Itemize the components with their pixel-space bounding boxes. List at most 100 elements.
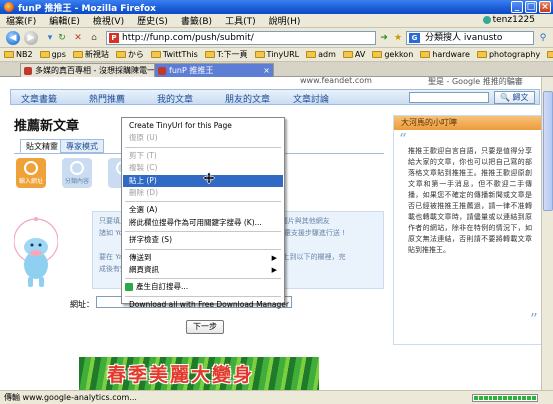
- dropdown-arrow-icon[interactable]: ▾: [44, 32, 56, 44]
- bookmark-item[interactable]: hardware: [420, 50, 470, 59]
- bookmark-item[interactable]: adm: [306, 50, 336, 59]
- user-account[interactable]: tenz1225: [482, 15, 535, 25]
- tab-active[interactable]: funP 推推王 ×: [154, 63, 274, 77]
- tab-expert-mode[interactable]: 專家模式: [60, 139, 104, 153]
- menu-bar: 檔案(F) 編輯(E) 檢視(V) 歷史(S) 書籤(B) 工具(T) 說明(H…: [0, 14, 553, 28]
- menu-file[interactable]: 檔案(F): [6, 14, 36, 27]
- user-avatar: [482, 15, 491, 24]
- reload-icon[interactable]: ↻: [56, 32, 68, 44]
- navigation-toolbar: ◀ ▶ ▾ ↻ ✕ ⌂ P http://funp.com/push/submi…: [0, 28, 553, 48]
- site-strip-left: www.feandet.com: [300, 77, 372, 85]
- context-menu-item[interactable]: 剪下 (T): [123, 150, 283, 162]
- context-menu-item[interactable]: 刪除 (D): [123, 187, 283, 199]
- bookmark-item[interactable]: TwittThis: [150, 50, 198, 59]
- menu-help[interactable]: 說明(H): [269, 14, 301, 27]
- bookmark-item[interactable]: NB2: [4, 50, 33, 59]
- context-menu-item[interactable]: Create TinyUrl for this Page: [123, 120, 283, 132]
- firefox-icon: [4, 2, 14, 12]
- ad-banner[interactable]: 春季美麗大變身: [79, 357, 319, 390]
- progress-block: [522, 396, 527, 400]
- bookmark-item[interactable]: 新視站: [72, 49, 109, 60]
- vertical-scrollbar[interactable]: [541, 77, 553, 390]
- bookmark-item[interactable]: photography: [476, 50, 540, 59]
- window-titlebar[interactable]: funP 推推王 - Mozilla Firefox _ □ ×: [0, 0, 553, 14]
- tab-favicon: [158, 67, 166, 75]
- bookmark-item[interactable]: から: [115, 49, 144, 60]
- tab-close-icon[interactable]: ×: [263, 64, 270, 77]
- folder-icon: [204, 51, 215, 58]
- back-button[interactable]: ◀: [6, 31, 20, 45]
- menu-history[interactable]: 歷史(S): [137, 14, 168, 27]
- site-nav-item[interactable]: 文章書籤: [21, 92, 57, 105]
- forward-button[interactable]: ▶: [24, 31, 38, 45]
- user-name: tenz1225: [492, 15, 535, 25]
- context-menu-item[interactable]: 網頁資訊 ▶: [123, 264, 283, 276]
- search-engine-icon[interactable]: G: [409, 33, 420, 43]
- bookmark-star-icon[interactable]: ★: [392, 32, 404, 44]
- search-placeholder: 分類搜人 ivanusto: [425, 33, 503, 43]
- maximize-button[interactable]: □: [525, 1, 537, 13]
- folder-icon: [115, 51, 126, 58]
- site-nav-item[interactable]: 文章討論: [293, 92, 329, 105]
- site-nav-item[interactable]: 朋友的文章: [225, 92, 270, 105]
- folder-icon: [306, 51, 317, 58]
- bookmark-item[interactable]: AV: [342, 50, 365, 59]
- tab-inactive[interactable]: 多媒的真百專相 - 沒想採購陳電一紀...: [20, 63, 160, 77]
- close-quote-icon: ”: [530, 310, 538, 328]
- bookmark-item[interactable]: T:下一頁: [204, 49, 248, 60]
- home-icon[interactable]: ⌂: [88, 32, 100, 44]
- menu-bookmarks[interactable]: 書籤(B): [181, 14, 212, 27]
- sidebar-text: 推推王歡迎自言自語，只要是值得分享給大家的文章，你也可以把自己寫的部落格文章貼到…: [408, 147, 532, 254]
- context-menu-item[interactable]: 拼字檢查 (S): [123, 234, 283, 246]
- stop-icon[interactable]: ✕: [72, 32, 84, 44]
- page-title: 推薦新文章: [14, 119, 80, 134]
- menu-separator: [125, 248, 281, 250]
- move-cursor-icon: [203, 172, 215, 184]
- site-navigation: 文章書籤 熱門推薦 我的文章 朋友的文章 文章討論 🔍 歸文: [10, 89, 540, 105]
- go-arrow-icon[interactable]: ➜: [378, 32, 390, 44]
- context-menu-item[interactable]: 傳送到 ▶: [123, 252, 283, 264]
- folder-icon: [39, 51, 50, 58]
- site-strip-right: 聖是 - Google 推推的騙審: [428, 77, 523, 86]
- menu-view[interactable]: 檢視(V): [93, 14, 124, 27]
- progress-block: [498, 396, 503, 400]
- bookmark-item[interactable]: TinyURL: [254, 50, 299, 59]
- menu-tools[interactable]: 工具(T): [225, 14, 256, 27]
- context-menu-item[interactable]: 將此欄位搜尋作為可用關鍵字搜尋 (K)...: [123, 217, 283, 229]
- hippo-mascot-icon: [14, 217, 58, 287]
- folder-icon: [547, 51, 553, 58]
- minimize-button[interactable]: _: [511, 1, 523, 13]
- site-nav-item[interactable]: 熱門推薦: [89, 92, 125, 105]
- next-step-button[interactable]: 下一步: [186, 320, 224, 334]
- context-menu-item[interactable]: 復原 (U): [123, 132, 283, 144]
- bookmark-item[interactable]: 大量: [547, 49, 553, 60]
- folder-icon: [72, 51, 83, 58]
- context-menu-item[interactable]: 產生自訂搜尋...: [123, 281, 283, 293]
- site-search-input[interactable]: [409, 92, 489, 103]
- search-bar[interactable]: G 分類搜人 ivanusto: [406, 31, 534, 45]
- site-search-button[interactable]: 🔍 歸文: [494, 91, 535, 104]
- progress-block: [527, 396, 532, 400]
- context-menu-item[interactable]: Download all with Free Download Manager: [123, 299, 289, 311]
- menu-separator: [125, 231, 281, 233]
- bookmark-item[interactable]: gekkon: [372, 50, 413, 59]
- url-bar[interactable]: P http://funp.com/push/submit/: [106, 31, 376, 45]
- tab-post-wizard[interactable]: 貼文精靈: [20, 139, 64, 153]
- step-icon: [24, 161, 38, 175]
- close-button[interactable]: ×: [539, 1, 551, 13]
- status-bar: 傳輸 www.google-analytics.com...: [0, 390, 553, 404]
- custom-search-icon: [125, 283, 133, 292]
- submenu-arrow-icon: ▶: [271, 253, 277, 262]
- bookmark-item[interactable]: gps: [39, 50, 66, 59]
- folder-icon: [254, 51, 265, 58]
- menu-edit[interactable]: 編輯(E): [49, 14, 80, 27]
- scrollbar-thumb[interactable]: [543, 91, 553, 211]
- tab-strip: 多媒的真百專相 - 沒想採購陳電一紀... funP 推推王 ×: [0, 62, 553, 77]
- context-menu: Create TinyUrl for this Page 復原 (U) 剪下 (T)…: [121, 117, 289, 309]
- site-nav-item[interactable]: 我的文章: [157, 92, 193, 105]
- search-icon[interactable]: ⚲: [537, 32, 549, 44]
- progress-block: [512, 396, 517, 400]
- folder-icon: [150, 51, 161, 58]
- context-menu-item[interactable]: 全選 (A): [123, 204, 283, 216]
- window-title: funP 推推王 - Mozilla Firefox: [18, 3, 156, 14]
